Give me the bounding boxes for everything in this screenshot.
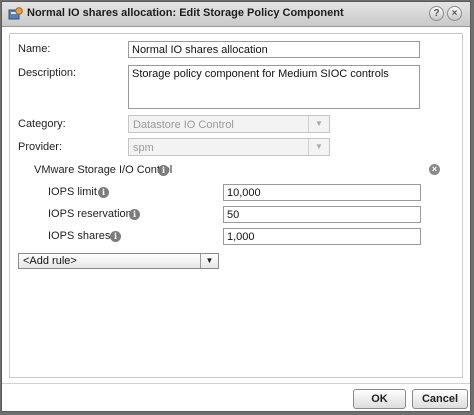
dialog-title: Normal IO shares allocation: Edit Storag… [27,7,344,19]
iops-reservation-input[interactable]: 50 [223,206,421,223]
info-icon[interactable]: i [158,165,169,176]
iops-limit-input[interactable]: 10,000 [223,184,421,201]
provider-value: spm [133,142,154,154]
add-rule-label: <Add rule> [23,255,77,267]
chevron-down-icon: ▼ [200,254,218,268]
form-panel: Name: Normal IO shares allocation Descri… [9,33,463,378]
iops-shares-input[interactable]: 1,000 [223,228,421,245]
footer-divider [2,383,470,384]
category-value: Datastore IO Control [133,119,234,131]
add-rule-dropdown[interactable]: <Add rule> ▼ [18,253,219,269]
section-title: VMware Storage I/O Control [34,164,173,176]
category-select: Datastore IO Control ▼ [128,115,330,133]
help-button[interactable]: ? [429,6,444,21]
iops-shares-label: IOPS shares [48,230,111,242]
iops-limit-label: IOPS limit [48,186,97,198]
provider-select: spm ▼ [128,138,330,156]
close-button[interactable]: × [447,6,462,21]
ok-button[interactable]: OK [353,389,406,409]
name-input[interactable]: Normal IO shares allocation [128,41,420,58]
title-bar[interactable]: Normal IO shares allocation: Edit Storag… [2,2,470,27]
info-icon[interactable]: i [110,231,121,242]
cancel-button[interactable]: Cancel [412,389,468,409]
category-label: Category: [18,118,66,130]
close-icon: × [451,8,458,19]
info-icon[interactable]: i [129,209,140,220]
remove-rule-icon[interactable]: × [429,164,440,175]
iops-reservation-label: IOPS reservation [48,208,132,220]
help-icon: ? [433,8,440,19]
edit-storage-policy-dialog: Normal IO shares allocation: Edit Storag… [1,1,471,412]
info-icon[interactable]: i [98,187,109,198]
provider-label: Provider: [18,141,63,153]
chevron-down-icon: ▼ [308,139,329,155]
description-textarea[interactable]: Storage policy component for Medium SIOC… [128,65,420,109]
chevron-down-icon: ▼ [308,116,329,132]
name-label: Name: [18,43,51,55]
description-label: Description: [18,67,77,79]
storage-policy-icon [8,7,23,20]
